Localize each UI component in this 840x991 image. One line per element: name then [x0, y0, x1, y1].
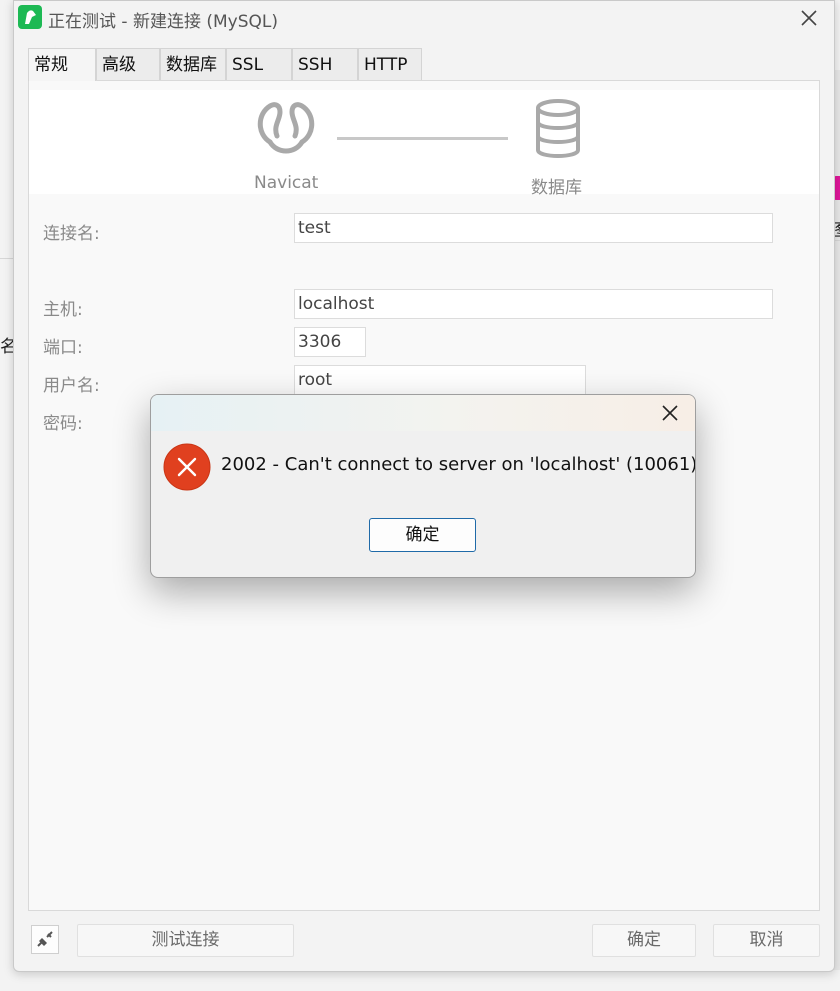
tab-advanced[interactable]: 高级 [96, 48, 160, 80]
error-dialog: 2002 - Can't connect to server on 'local… [150, 394, 696, 578]
plug-icon [37, 931, 53, 947]
tab-http[interactable]: HTTP [358, 48, 422, 80]
port-input[interactable]: 3306 [294, 327, 366, 357]
plugin-button[interactable] [31, 925, 59, 954]
ok-button[interactable]: 确定 [592, 924, 696, 957]
port-label: 端口: [43, 338, 83, 358]
window-close-button[interactable] [794, 3, 824, 33]
host-input[interactable]: localhost [294, 289, 773, 319]
dialog-title-bar [151, 395, 695, 431]
close-icon [662, 405, 678, 421]
background-divider [0, 258, 13, 259]
username-input[interactable]: root [294, 365, 586, 395]
navicat-app-icon [18, 5, 42, 29]
connection-line [337, 137, 508, 140]
close-icon [801, 10, 817, 26]
error-icon [163, 443, 211, 491]
error-message: 2002 - Can't connect to server on 'local… [221, 454, 696, 475]
test-connection-button[interactable]: 测试连接 [77, 924, 294, 957]
connection-diagram: Navicat 数据库 [29, 90, 819, 198]
cancel-button[interactable]: 取消 [713, 924, 820, 957]
title-bar: 正在测试 - 新建连接 (MySQL) [14, 1, 834, 35]
host-label: 主机: [43, 300, 83, 320]
tab-ssl[interactable]: SSL [226, 48, 292, 80]
navicat-logo-icon [257, 102, 315, 154]
tab-databases[interactable]: 数据库 [160, 48, 226, 80]
database-icon [536, 99, 580, 158]
dialog-close-button[interactable] [657, 400, 683, 426]
tab-ssh[interactable]: SSH [292, 48, 358, 80]
connection-name-input[interactable]: test [294, 213, 773, 243]
password-label: 密码: [43, 414, 83, 434]
tab-general[interactable]: 常规 [28, 48, 96, 81]
dialog-ok-button[interactable]: 确定 [369, 518, 476, 552]
database-label: 数据库 [531, 178, 582, 198]
window-title: 正在测试 - 新建连接 (MySQL) [48, 12, 278, 32]
navicat-label: Navicat [254, 173, 319, 193]
connection-name-label: 连接名: [43, 224, 100, 244]
username-label: 用户名: [43, 376, 100, 396]
